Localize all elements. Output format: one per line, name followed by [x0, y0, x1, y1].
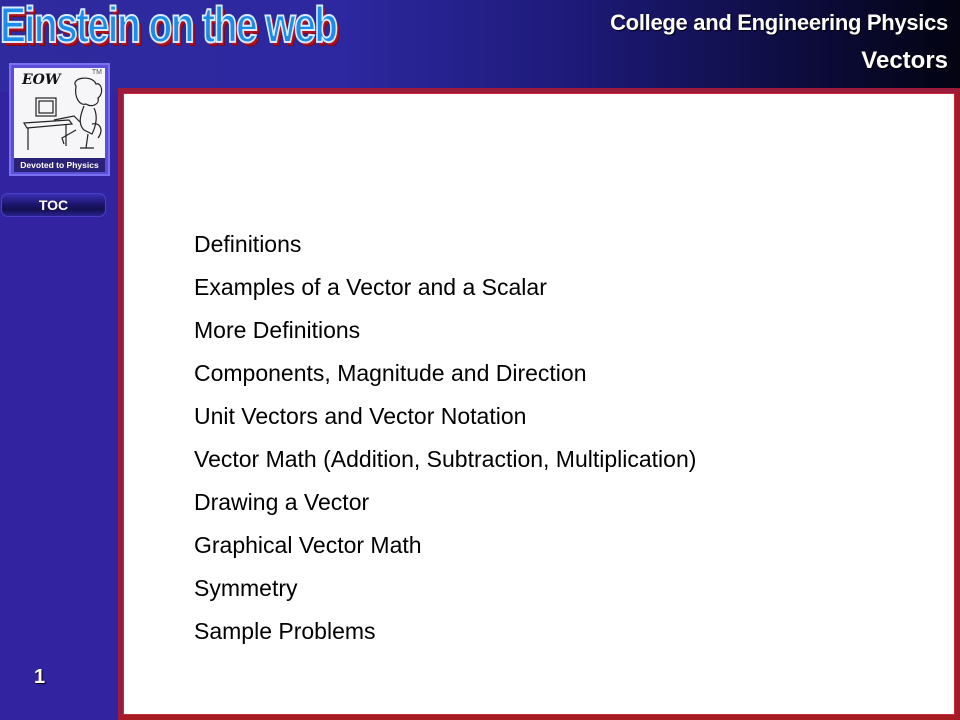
toc-item-examples-vector-scalar[interactable]: Examples of a Vector and a Scalar — [194, 272, 696, 315]
brand-logo-text: Einstein on the web — [0, 0, 339, 54]
toc-button[interactable]: TOC — [1, 193, 106, 217]
toc-item-components[interactable]: Components, Magnitude and Direction — [194, 358, 696, 401]
toc-item-definitions[interactable]: Definitions — [194, 229, 696, 272]
einstein-computer-icon — [22, 77, 103, 150]
logo-caption: Devoted to Physics — [14, 158, 105, 172]
toc-item-graphical-vector-math[interactable]: Graphical Vector Math — [194, 530, 696, 573]
toc-item-sample-problems[interactable]: Sample Problems — [194, 616, 696, 659]
einstein-at-computer-illustration: EOW TM — [14, 68, 105, 158]
page-number: 1 — [34, 666, 46, 688]
course-title: College and Engineering Physics — [610, 10, 948, 35]
slide-title: Vectors — [861, 47, 948, 74]
content-panel: Definitions Examples of a Vector and a S… — [118, 88, 960, 720]
toc-item-unit-vectors[interactable]: Unit Vectors and Vector Notation — [194, 401, 696, 444]
toc-item-symmetry[interactable]: Symmetry — [194, 573, 696, 616]
sidebar-background — [0, 92, 122, 720]
table-of-contents: Definitions Examples of a Vector and a S… — [194, 229, 696, 659]
toc-item-drawing-vector[interactable]: Drawing a Vector — [194, 487, 696, 530]
toc-item-vector-math[interactable]: Vector Math (Addition, Subtraction, Mult… — [194, 444, 696, 487]
toc-item-more-definitions[interactable]: More Definitions — [194, 315, 696, 358]
einstein-logo: EOW TM Devoted to Physics — [9, 63, 110, 176]
